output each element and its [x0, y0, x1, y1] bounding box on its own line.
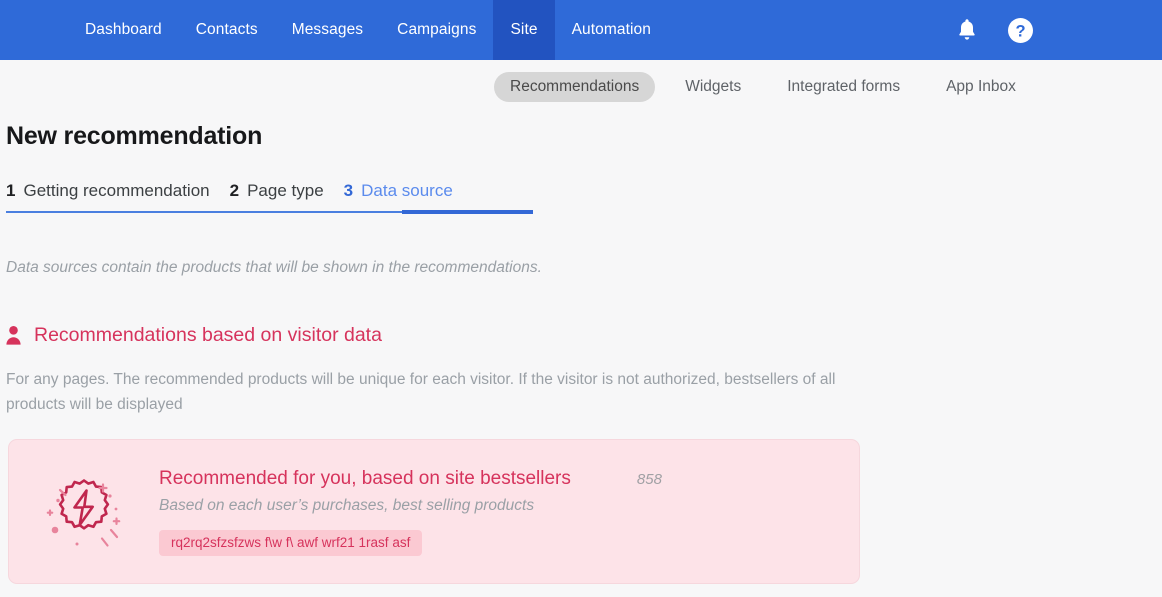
section-description: For any pages. The recommended products … [6, 371, 836, 413]
step-progress-active-rule [402, 210, 533, 214]
subnav-item-integrated-forms[interactable]: Integrated forms [771, 72, 916, 102]
top-navigation-bar: Dashboard Contacts Messages Campaigns Si… [0, 0, 1162, 60]
notifications-button[interactable] [955, 17, 979, 43]
nav-item-messages[interactable]: Messages [275, 0, 380, 60]
page-title: New recommendation [6, 122, 263, 150]
help-button[interactable]: ? [1007, 17, 1034, 44]
step-indicator: 1 Getting recommendation 2 Page type 3 D… [6, 181, 533, 214]
page-content: New recommendation 1 Getting recommendat… [0, 114, 1162, 584]
card-title: Recommended for you, based on site bests… [159, 467, 571, 489]
section-header: Recommendations based on visitor data [6, 324, 1162, 347]
card-artwork [9, 462, 159, 562]
nav-item-contacts[interactable]: Contacts [179, 0, 275, 60]
card-subtitle: Based on each user’s purchases, best sel… [159, 496, 535, 514]
step-label: Getting recommendation [23, 181, 210, 200]
nav-item-label: Automation [571, 21, 651, 38]
top-bar-actions: ? [955, 0, 1162, 60]
help-icon: ? [1008, 17, 1033, 43]
svg-text:?: ? [1015, 22, 1025, 40]
nav-item-campaigns[interactable]: Campaigns [380, 0, 493, 60]
top-nav-items: Dashboard Contacts Messages Campaigns Si… [68, 0, 668, 60]
step-label: Page type [247, 181, 324, 200]
nav-item-label: Contacts [195, 21, 258, 38]
bell-icon [959, 19, 975, 40]
step-label: Data source [361, 181, 453, 200]
lightning-badge-icon [46, 478, 121, 547]
nav-item-automation[interactable]: Automation [555, 0, 668, 60]
step-number: 3 [343, 181, 354, 200]
card-body: Recommended for you, based on site bests… [159, 468, 859, 556]
subnav-item-recommendations[interactable]: Recommendations [494, 72, 656, 102]
step-data-source[interactable]: 3 Data source [344, 181, 453, 201]
data-source-card[interactable]: Recommended for you, based on site bests… [8, 439, 860, 584]
card-tag[interactable]: rq2rq2sfzsfzws f\w f\ awf wrf21 1rasf as… [159, 529, 423, 556]
nav-item-label: Dashboard [85, 21, 162, 38]
sub-navigation-bar: Recommendations Widgets Integrated forms… [0, 60, 1162, 114]
nav-item-label: Site [510, 21, 538, 38]
page-hint: Data sources contain the products that w… [6, 259, 542, 276]
section-title: Recommendations based on visitor data [34, 324, 382, 346]
nav-item-dashboard[interactable]: Dashboard [68, 0, 179, 60]
card-title-row: Recommended for you, based on site bests… [159, 468, 839, 490]
subnav-item-widgets[interactable]: Widgets [669, 72, 757, 102]
subnav-item-app-inbox[interactable]: App Inbox [930, 72, 1032, 102]
nav-item-label: Campaigns [397, 21, 477, 38]
card-count: 858 [636, 470, 662, 488]
nav-item-label: Messages [291, 21, 364, 38]
step-number: 1 [6, 181, 16, 200]
nav-item-site[interactable]: Site [493, 0, 555, 60]
person-icon [6, 326, 21, 345]
step-page-type[interactable]: 2 Page type [230, 181, 324, 201]
step-number: 2 [229, 181, 240, 200]
step-getting-recommendation[interactable]: 1 Getting recommendation [6, 181, 210, 201]
